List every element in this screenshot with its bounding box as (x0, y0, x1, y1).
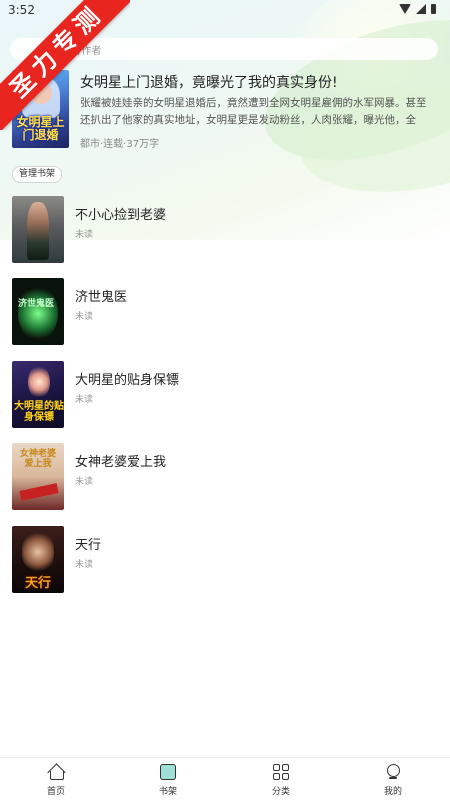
book-title: 大明星的贴身保镖 (75, 373, 180, 388)
book-read-status: 未读 (75, 395, 94, 405)
bottom-navigation: 首页 书架 分类 我的 (0, 757, 450, 801)
signal-icon (416, 4, 426, 14)
book-cover[interactable]: 女神老婆爱上我 (12, 443, 64, 510)
book-cover-title: 大明星的贴身保镖 (14, 401, 64, 423)
book-title: 天行 (75, 538, 102, 553)
book-read-status: 未读 (75, 477, 94, 487)
nav-home[interactable]: 首页 (0, 758, 112, 801)
book-cover-title: 女神老婆爱上我 (19, 449, 56, 469)
nav-label: 首页 (46, 787, 65, 797)
book-cover[interactable]: 大明星的贴身保镖 (12, 361, 64, 428)
category-grid-icon (273, 764, 289, 780)
ribbon-label: 圣力专测 (0, 0, 130, 130)
home-icon (47, 763, 66, 782)
book-cover-title: 天行 (24, 576, 51, 591)
book-cover[interactable] (12, 196, 64, 263)
featured-book-description: 张耀被娃娃亲的女明星退婚后，竟然遭到全网女明星雇佣的水军网暴。甚至还扒出了他家的… (80, 97, 427, 126)
wifi-icon (399, 4, 411, 14)
book-read-status: 未读 (75, 312, 94, 322)
book-list-item[interactable]: 天行 天行 未读 (0, 526, 450, 596)
book-list-item[interactable]: 济世鬼医 济世鬼医 未读 (0, 278, 450, 348)
profile-icon (385, 764, 401, 780)
book-list-item[interactable]: 大明星的贴身保镖 大明星的贴身保镖 未读 (0, 361, 450, 431)
nav-label: 我的 (383, 787, 402, 797)
nav-category[interactable]: 分类 (225, 758, 337, 801)
bookshelf-icon (160, 764, 176, 780)
book-list-item[interactable]: 女神老婆爱上我 女神老婆爱上我 未读 (0, 443, 450, 513)
nav-label: 分类 (271, 787, 290, 797)
book-read-status: 未读 (75, 560, 94, 570)
book-read-status: 未读 (75, 230, 94, 240)
nav-bookshelf[interactable]: 书架 (112, 758, 224, 801)
featured-book-meta: 都市·连载·37万字 (80, 139, 160, 150)
book-title: 济世鬼医 (75, 290, 128, 305)
book-title: 不小心捡到老婆 (75, 208, 167, 223)
book-cover-title: 济世鬼医 (18, 299, 55, 309)
book-cover[interactable]: 济世鬼医 (12, 278, 64, 345)
book-cover[interactable]: 天行 (12, 526, 64, 593)
corner-ribbon: 圣力专测 (0, 0, 130, 130)
nav-label: 书架 (158, 787, 177, 797)
nav-profile[interactable]: 我的 (337, 758, 449, 801)
book-list-item[interactable]: 不小心捡到老婆 未读 (0, 196, 450, 266)
manage-shelf-button[interactable]: 管理书架 (12, 166, 63, 183)
book-title: 女神老婆爱上我 (75, 455, 167, 470)
battery-icon (431, 4, 436, 14)
